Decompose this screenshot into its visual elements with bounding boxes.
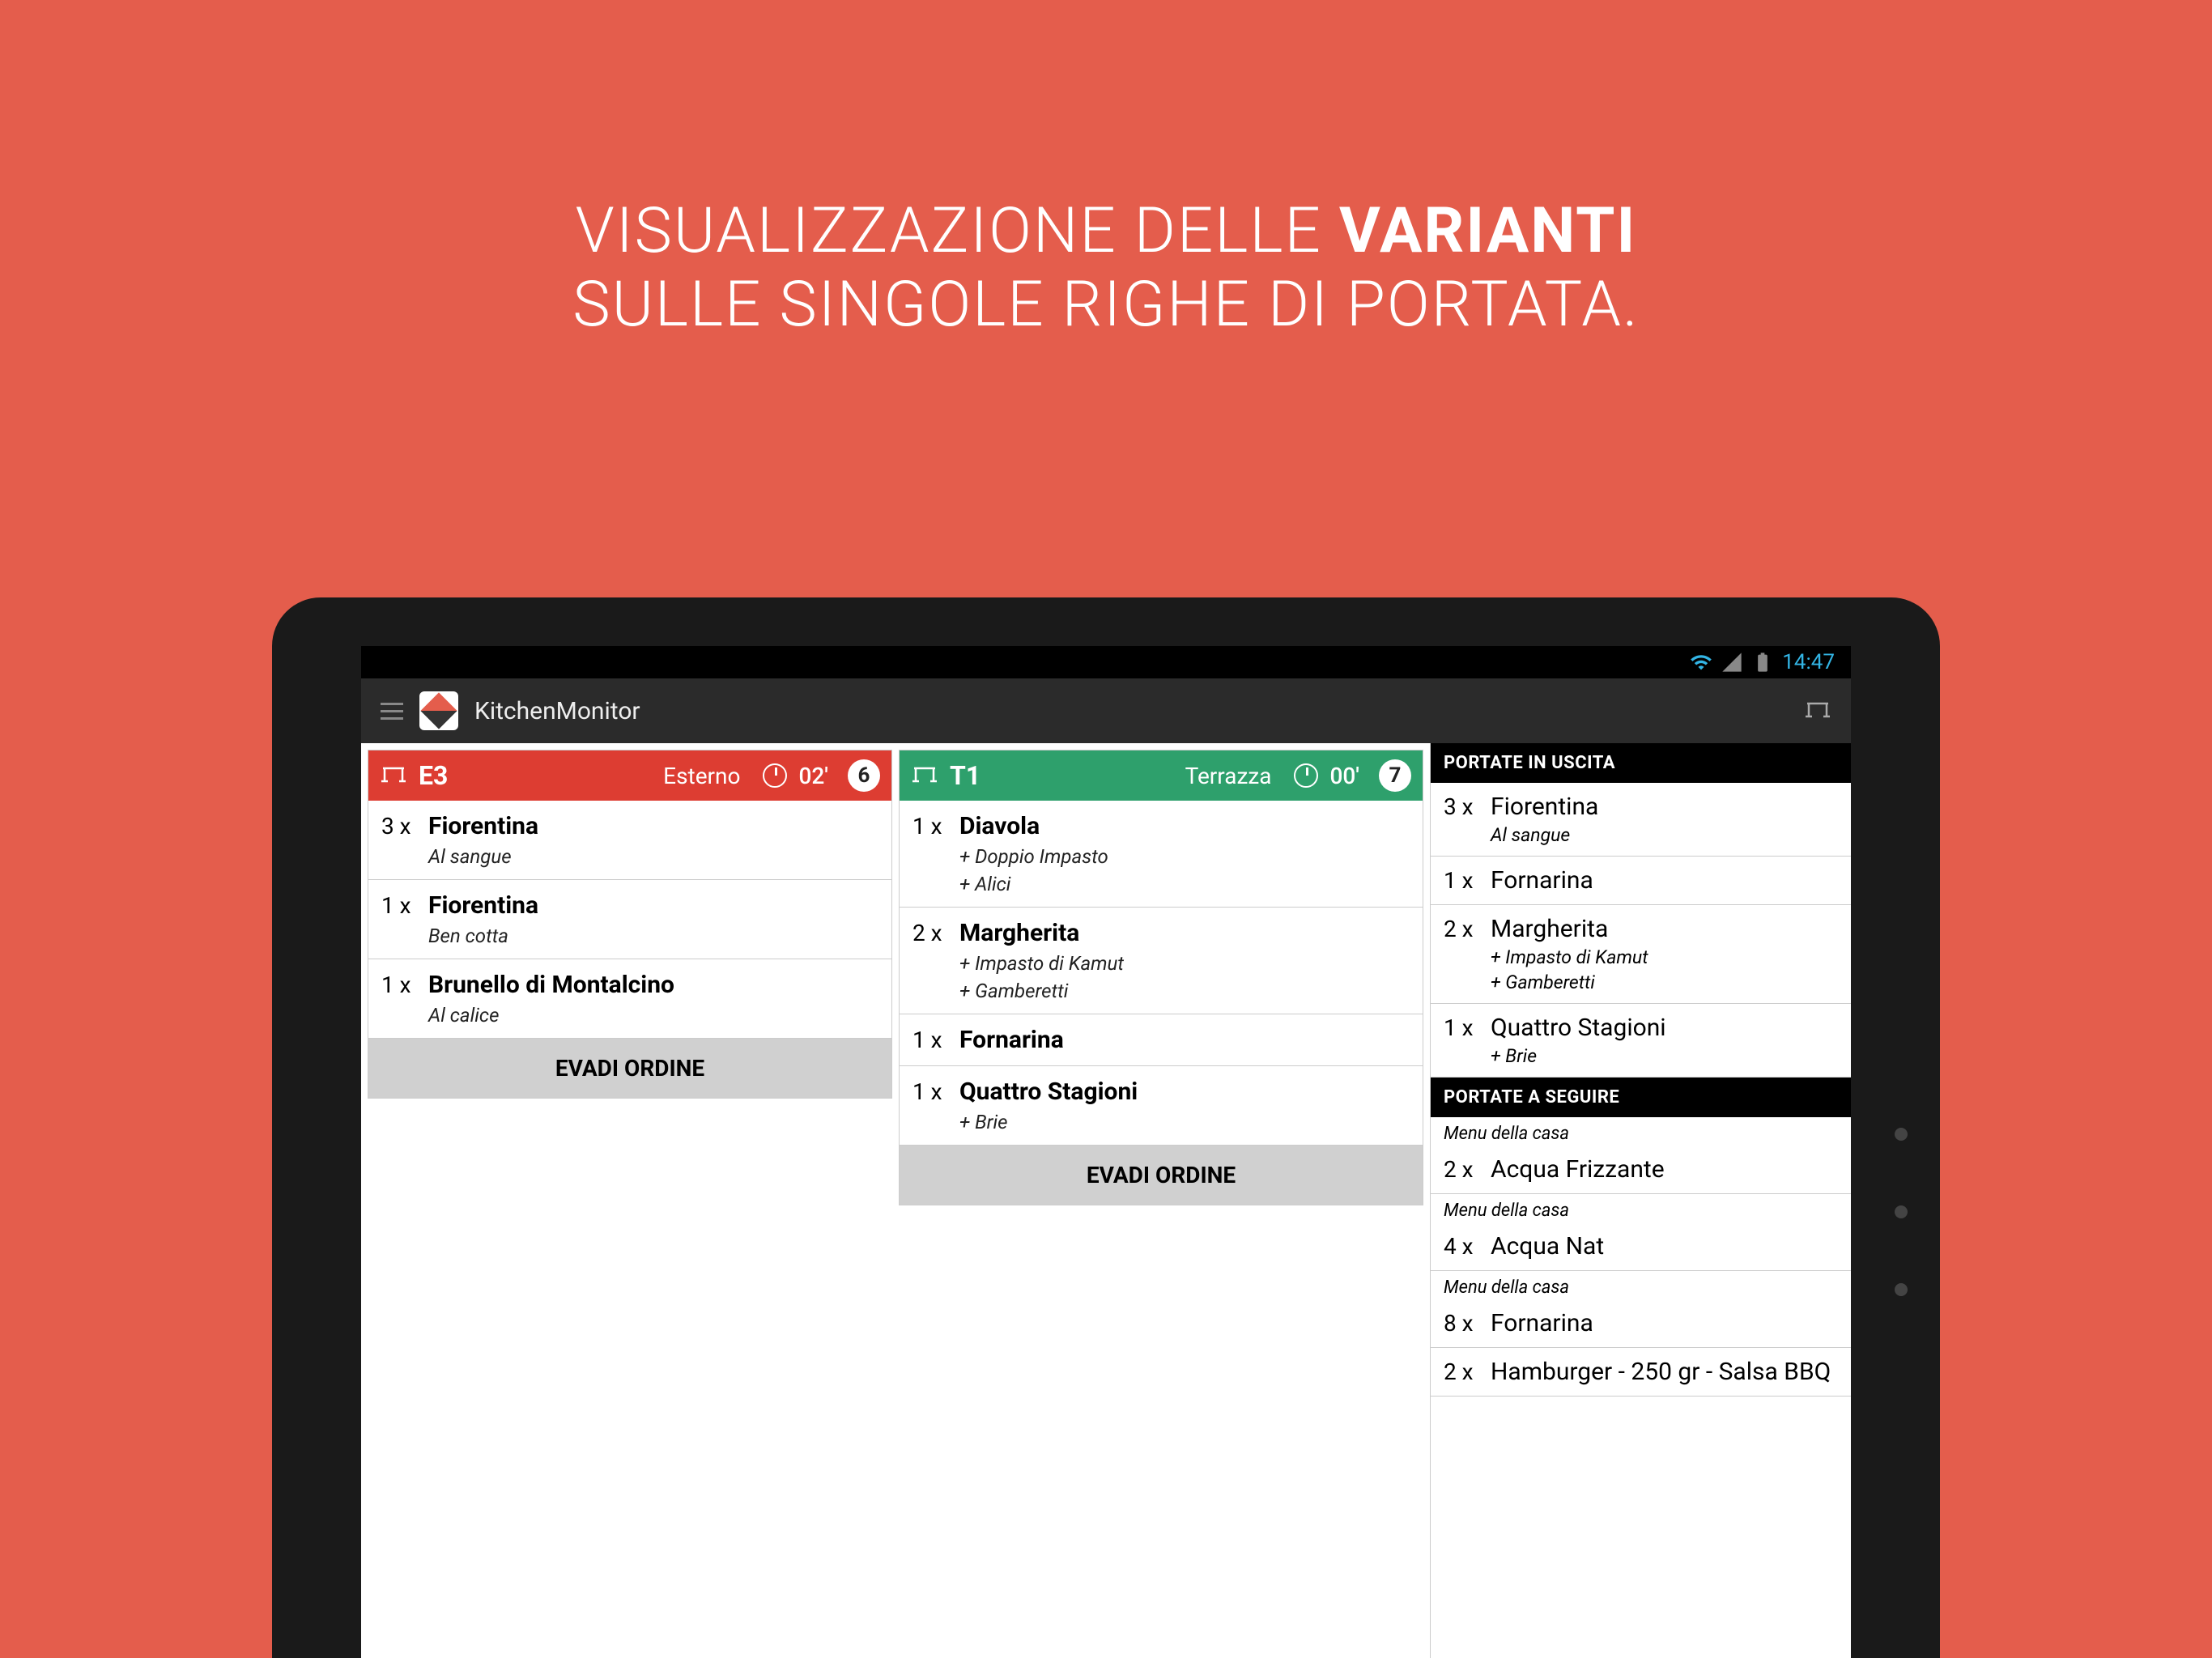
timer-value: 02' <box>798 763 828 789</box>
item-name: Diavola <box>959 812 1040 840</box>
item-variant: Al sangue <box>381 840 878 868</box>
sidebar-name: Acqua Frizzante <box>1491 1155 1665 1184</box>
item-qty: 2 x <box>912 920 953 946</box>
count-badge: 6 <box>848 759 880 792</box>
table-area: Terrazza <box>1185 763 1272 789</box>
timer-value: 00' <box>1329 763 1359 789</box>
item-name: Brunello di Montalcino <box>428 971 674 999</box>
count-badge: 7 <box>1379 759 1411 792</box>
item-variant: + Alici <box>912 868 1410 895</box>
sidebar-item[interactable]: 2 x Hamburger - 250 gr - Salsa BBQ <box>1431 1348 1851 1397</box>
order-item[interactable]: 1 xBrunello di Montalcino Al calice <box>368 959 891 1039</box>
order-card: E3 Esterno 02' 6 3 xFiorentina Al sangue… <box>368 750 892 1099</box>
item-variant: + Brie <box>912 1106 1410 1133</box>
item-name: Margherita <box>959 919 1079 947</box>
table-code: T1 <box>950 760 981 791</box>
evadi-ordine-button[interactable]: EVADI ORDINE <box>368 1039 891 1098</box>
item-variant: + Impasto di Kamut <box>912 947 1410 975</box>
menu-label: Menu della casa <box>1431 1271 1851 1299</box>
sidebar-item[interactable]: 2 x Margherita + Impasto di Kamut+ Gamber… <box>1431 905 1851 1004</box>
sidebar-qty: 8 x <box>1444 1310 1484 1337</box>
sidebar-item[interactable]: 4 x Acqua Nat <box>1431 1222 1851 1271</box>
sidebar-name: Margherita <box>1491 915 1608 943</box>
table-area: Esterno <box>663 763 740 789</box>
sidebar-item[interactable]: 8 x Fornarina <box>1431 1299 1851 1348</box>
tablet-button-dot <box>1895 1283 1908 1296</box>
sidebar-header-seguire: PORTATE A SEGUIRE <box>1431 1078 1851 1117</box>
tablet-camera-dot <box>1895 1128 1908 1141</box>
item-qty: 1 x <box>912 1078 953 1105</box>
app-title: KitchenMonitor <box>474 697 640 725</box>
order-item[interactable]: 1 xDiavola + Doppio Impasto+ Alici <box>900 801 1423 908</box>
wifi-icon <box>1690 651 1712 674</box>
order-item[interactable]: 1 xFornarina <box>900 1014 1423 1066</box>
table-layout-icon[interactable] <box>1804 695 1831 726</box>
menu-label: Menu della casa <box>1431 1194 1851 1222</box>
item-name: Fiorentina <box>428 812 538 840</box>
sidebar-item[interactable]: 3 x Fiorentina Al sangue <box>1431 783 1851 857</box>
order-item[interactable]: 1 xFiorentina Ben cotta <box>368 880 891 959</box>
app-logo <box>419 691 458 730</box>
item-name: Quattro Stagioni <box>959 1078 1138 1106</box>
sidebar-name: Fornarina <box>1491 866 1593 895</box>
table-icon <box>380 763 407 788</box>
menu-icon[interactable] <box>381 703 403 720</box>
order-header[interactable]: T1 Terrazza 00' 7 <box>900 750 1423 801</box>
sidebar-qty: 1 x <box>1444 1014 1484 1041</box>
item-variant: Al calice <box>381 999 878 1027</box>
status-bar: 14:47 <box>361 646 1851 678</box>
sidebar-variant: Al sangue <box>1444 821 1838 846</box>
sidebar-name: Hamburger - 250 gr - Salsa BBQ <box>1491 1358 1831 1386</box>
order-item[interactable]: 3 xFiorentina Al sangue <box>368 801 891 880</box>
item-name: Fiorentina <box>428 891 538 920</box>
order-card: T1 Terrazza 00' 7 1 xDiavola + Doppio Im… <box>899 750 1423 1205</box>
item-name: Fornarina <box>959 1026 1064 1054</box>
sidebar-qty: 2 x <box>1444 916 1484 942</box>
item-qty: 1 x <box>912 1027 953 1053</box>
sidebar-item[interactable]: 2 x Acqua Frizzante <box>1431 1146 1851 1194</box>
signal-icon <box>1721 651 1743 674</box>
app-bar: KitchenMonitor <box>361 678 1851 743</box>
sidebar-header-uscita: PORTATE IN USCITA <box>1431 743 1851 783</box>
sidebar-name: Fiorentina <box>1491 793 1598 821</box>
status-time: 14:47 <box>1782 650 1835 674</box>
item-qty: 3 x <box>381 813 422 840</box>
promo-headline: VISUALIZZAZIONE DELLE VARIANTI SULLE SIN… <box>0 0 2212 342</box>
sidebar-item[interactable]: 1 x Fornarina <box>1431 857 1851 905</box>
orders-column: E3 Esterno 02' 6 3 xFiorentina Al sangue… <box>361 743 1430 1658</box>
sidebar-variant: + Gamberetti <box>1444 968 1838 993</box>
content-area: E3 Esterno 02' 6 3 xFiorentina Al sangue… <box>361 743 1851 1658</box>
sidebar-qty: 3 x <box>1444 793 1484 820</box>
item-qty: 1 x <box>381 892 422 919</box>
sidebar-qty: 1 x <box>1444 867 1484 894</box>
sidebar-variant: + Impasto di Kamut <box>1444 943 1838 968</box>
evadi-ordine-button[interactable]: EVADI ORDINE <box>900 1146 1423 1205</box>
order-header[interactable]: E3 Esterno 02' 6 <box>368 750 891 801</box>
menu-label: Menu della casa <box>1431 1117 1851 1146</box>
sidebar-qty: 4 x <box>1444 1233 1484 1260</box>
item-qty: 1 x <box>381 971 422 998</box>
clock-icon <box>1294 763 1318 788</box>
sidebar-qty: 2 x <box>1444 1156 1484 1183</box>
sidebar-name: Quattro Stagioni <box>1491 1014 1666 1042</box>
tablet-button-dot <box>1895 1205 1908 1218</box>
item-variant: Ben cotta <box>381 920 878 947</box>
battery-icon <box>1751 651 1774 674</box>
sidebar-variant: + Brie <box>1444 1042 1838 1067</box>
sidebar-item[interactable]: 1 x Quattro Stagioni + Brie <box>1431 1004 1851 1078</box>
table-code: E3 <box>419 760 448 791</box>
tablet-frame: 14:47 KitchenMonitor E3 Esterno 02' 6 3 … <box>272 597 1940 1658</box>
sidebar-name: Fornarina <box>1491 1309 1593 1337</box>
clock-icon <box>763 763 787 788</box>
sidebar-name: Acqua Nat <box>1491 1232 1604 1261</box>
item-variant: + Gamberetti <box>912 975 1410 1002</box>
order-item[interactable]: 1 xQuattro Stagioni + Brie <box>900 1066 1423 1146</box>
table-icon <box>911 763 938 788</box>
tablet-screen: 14:47 KitchenMonitor E3 Esterno 02' 6 3 … <box>361 646 1851 1658</box>
item-variant: + Doppio Impasto <box>912 840 1410 868</box>
sidebar: PORTATE IN USCITA 3 x Fiorentina Al sangu… <box>1430 743 1851 1658</box>
sidebar-qty: 2 x <box>1444 1358 1484 1385</box>
order-item[interactable]: 2 xMargherita + Impasto di Kamut+ Gamber… <box>900 908 1423 1014</box>
item-qty: 1 x <box>912 813 953 840</box>
